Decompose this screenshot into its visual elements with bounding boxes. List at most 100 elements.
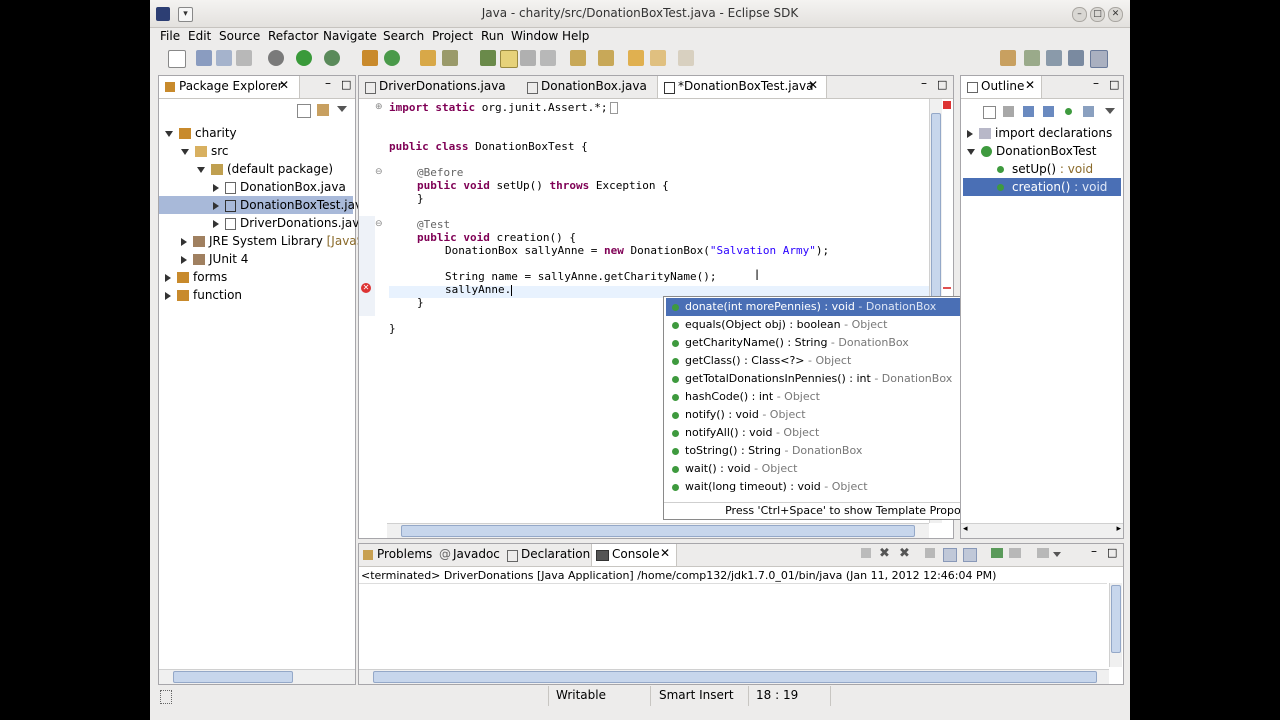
outline-item-imports[interactable]: import declarations [967,124,1112,142]
tree-item-donationbox[interactable]: DonationBox.java [213,178,346,196]
scroll-left-icon[interactable]: ◂ [963,524,968,534]
menu-file[interactable]: File [160,29,180,43]
tab-outline[interactable]: Outline ✕ [961,76,1042,98]
proposal-item[interactable]: equals(Object obj) : boolean - Object [666,316,968,334]
proposal-item[interactable]: donate(int morePennies) : void - Donatio… [666,298,968,316]
hide-local-types-icon[interactable] [1083,106,1094,117]
new-class-icon[interactable] [384,50,400,66]
hide-fields-icon[interactable] [1023,106,1034,117]
new-java-project-icon[interactable] [362,50,378,66]
sort-icon[interactable] [1003,106,1014,117]
error-overview-mark[interactable] [943,287,951,289]
fast-view-icon[interactable] [160,690,172,704]
tab-driverdonations[interactable]: DriverDonations.java [359,76,519,98]
scroll-thumb[interactable] [401,525,915,537]
proposal-item[interactable]: notify() : void - Object [666,406,968,424]
console-vscrollbar[interactable] [1109,583,1122,667]
view-menu-icon[interactable] [1105,108,1115,114]
proposal-item[interactable]: getCharityName() : String - DonationBox [666,334,968,352]
fold-expand-icon[interactable]: ⊕ [375,102,383,112]
save-icon[interactable] [196,50,212,66]
save-all-icon[interactable] [216,50,232,66]
maximize-editor-icon[interactable]: □ [937,78,947,91]
tab-package-explorer[interactable]: Package Explorer ✕ [159,76,300,98]
outline-hscrollbar[interactable]: ◂ ▸ [961,523,1123,538]
menu-search[interactable]: Search [383,29,424,43]
show-whitespace-icon[interactable] [540,50,556,66]
open-perspective-icon[interactable] [1000,50,1016,66]
expand-icon[interactable] [213,201,219,210]
java-perspective-icon[interactable] [1090,50,1108,68]
tree-item-jre[interactable]: JRE System Library [JavaSE [181,232,372,250]
view-menu-icon[interactable] [337,106,347,112]
proposal-item[interactable]: getTotalDonationsInPennies() : int - Don… [666,370,968,388]
minimize-editor-icon[interactable]: – [921,76,927,90]
minimize-view-icon[interactable]: – [1091,544,1097,558]
minimize-icon[interactable]: – [1072,7,1087,22]
proposal-item[interactable]: getClass() : Class<?> - Object [666,352,968,370]
collapse-all-icon[interactable] [297,104,311,118]
outline-item-class[interactable]: DonationBoxTest [967,142,1096,160]
fold-collapse-icon[interactable]: ⊖ [375,219,383,229]
console-hscrollbar[interactable] [359,669,1109,684]
debug-perspective-icon[interactable] [1046,50,1062,66]
code-line-setup[interactable]: public void setUp() throws Exception { [417,179,669,192]
close-tab-icon[interactable]: ✕ [660,546,670,560]
code-line-creation[interactable]: public void creation() { [417,231,576,244]
minimize-view-icon[interactable]: – [325,76,331,90]
fold-collapse-icon[interactable]: ⊖ [375,167,383,177]
tab-donationboxtest[interactable]: *DonationBoxTest.java ✕ [657,76,827,98]
folded-block-icon[interactable] [609,102,618,114]
tree-item-junit[interactable]: JUnit 4 [181,250,248,268]
hide-static-icon[interactable] [1043,106,1054,117]
next-annotation-icon[interactable] [570,50,586,66]
hide-nonpublic-icon[interactable] [1065,108,1072,115]
expand-icon[interactable] [967,129,973,138]
search-icon[interactable] [442,50,458,66]
close-tab-icon[interactable]: ✕ [808,78,818,92]
expand-icon[interactable] [197,166,205,173]
expand-icon[interactable] [165,291,171,300]
open-console-icon[interactable] [1037,548,1049,558]
menu-navigate[interactable]: Navigate [323,29,377,43]
close-window-icon[interactable]: ✕ [1108,7,1123,22]
remove-launch-icon[interactable]: ✖ [879,546,890,561]
block-selection-icon[interactable] [520,50,536,66]
debug-icon[interactable] [268,50,284,66]
link-with-editor-icon[interactable] [317,104,329,116]
scroll-thumb[interactable] [173,671,293,683]
tree-item-function[interactable]: function [165,286,242,304]
proposal-item[interactable]: notifyAll() : void - Object [666,424,968,442]
tree-item-default-package[interactable]: (default package) [197,160,333,178]
maximize-view-icon[interactable]: □ [1107,546,1117,559]
maximize-view-icon[interactable]: □ [341,78,351,91]
tab-declaration[interactable]: Declaration [503,544,590,566]
expand-icon[interactable] [213,219,219,228]
tab-console[interactable]: Console ✕ [591,544,677,566]
run-icon[interactable] [296,50,312,66]
maximize-icon[interactable]: □ [1090,7,1105,22]
pin-console-icon[interactable] [991,548,1003,558]
tree-item-charity[interactable]: charity [165,124,237,142]
scroll-thumb[interactable] [1111,585,1121,653]
git-perspective-icon[interactable] [1068,50,1084,66]
tab-problems[interactable]: Problems [359,544,433,566]
dropdown-icon[interactable] [1053,552,1061,557]
close-tab-icon[interactable]: ✕ [1025,78,1035,92]
menu-edit[interactable]: Edit [188,29,211,43]
tree-item-src[interactable]: src [181,142,229,160]
last-edit-icon[interactable] [628,50,644,66]
tab-javadoc[interactable]: @ Javadoc [435,544,501,566]
expand-icon[interactable] [165,273,171,282]
scroll-lock-icon[interactable] [943,548,957,562]
show-console-icon[interactable] [963,548,977,562]
forward-icon[interactable] [678,50,694,66]
print-icon[interactable] [236,50,252,66]
scroll-right-icon[interactable]: ▸ [1116,524,1121,534]
menu-project[interactable]: Project [432,29,473,43]
collapse-all-icon[interactable] [983,106,996,119]
maximize-view-icon[interactable]: □ [1109,78,1119,91]
prev-annotation-icon[interactable] [598,50,614,66]
proposal-item[interactable]: toString() : String - DonationBox [666,442,968,460]
error-marker-icon[interactable]: ✕ [361,283,371,293]
